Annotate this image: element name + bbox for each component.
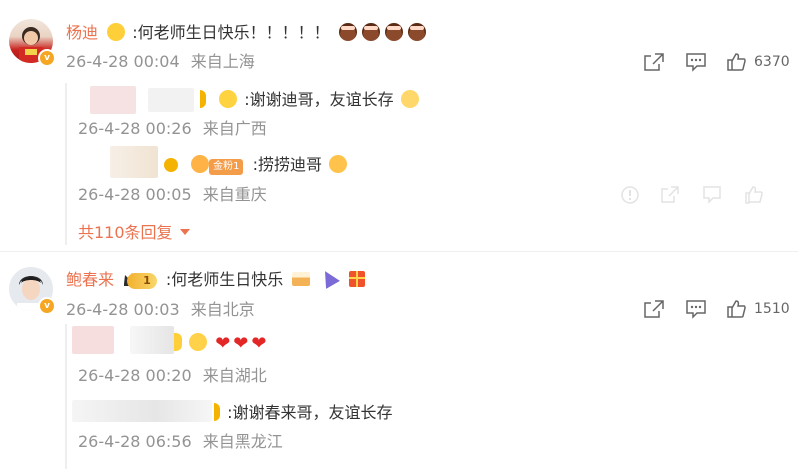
heart-icon: ❤ xyxy=(215,333,231,354)
reply-text: :谢谢春来哥，友谊长存 xyxy=(227,403,393,422)
thumbs-up-icon xyxy=(745,186,763,204)
more-replies-link[interactable]: 共110条回复 xyxy=(78,222,190,244)
reply-item: ❤ ❤ ❤ 26-4-28 00:20 来自湖北 xyxy=(72,326,778,388)
comment-header: 鲍春来 1 :何老师生日快乐 xyxy=(66,267,365,291)
thumbs-up-icon xyxy=(727,53,746,71)
gift-icon xyxy=(348,271,365,287)
reply-text: :捞捞迪哥 xyxy=(252,155,322,174)
cake-icon xyxy=(338,23,357,41)
author-name[interactable]: 杨迪 xyxy=(66,23,98,42)
comment-button[interactable] xyxy=(685,52,707,72)
crying-face-icon xyxy=(189,333,208,351)
alert-icon xyxy=(621,186,639,204)
verified-v-icon: v xyxy=(38,297,56,315)
cake-sticker-icon xyxy=(292,272,311,286)
cake-icon xyxy=(407,23,426,41)
reply-thread-line xyxy=(65,83,67,245)
reply-meta: 26-4-28 00:05 来自重庆 xyxy=(78,185,267,205)
comment-icon xyxy=(686,53,706,72)
more-replies-label: 共110条回复 xyxy=(78,223,173,242)
comment-icon xyxy=(703,186,721,204)
comment-text: :何老师生日快乐 xyxy=(165,270,284,289)
heart-icon: ❤ xyxy=(233,333,249,354)
blurred-avatar xyxy=(90,86,136,114)
comment-button[interactable] xyxy=(685,299,707,319)
location: 来自上海 xyxy=(190,52,255,71)
reply-header: :谢谢迪哥，友谊长存 xyxy=(200,88,419,112)
timestamp: 26-4-28 00:20 xyxy=(78,366,192,385)
comment-meta: 26-4-28 00:04 来自上海 xyxy=(66,52,255,72)
share-icon xyxy=(661,186,679,203)
timestamp: 26-4-28 06:56 xyxy=(78,432,192,451)
comment-item: v 鲍春来 1 :何老师生日快乐 26-4-28 00:03 来自北京 1510 xyxy=(0,252,798,469)
like-button[interactable]: 1510 xyxy=(726,299,790,319)
reply-header: ❤ ❤ ❤ xyxy=(174,332,266,354)
party-popper-icon xyxy=(318,267,341,289)
sticker-icon xyxy=(174,333,182,351)
chevron-down-icon xyxy=(179,229,190,235)
cake-icon xyxy=(384,23,403,41)
verified-badge-icon xyxy=(200,90,206,108)
blurred-avatar xyxy=(110,146,158,178)
blurred-username xyxy=(130,326,174,354)
reply-item: :谢谢迪哥，友谊长存 26-4-28 00:26 来自广西 xyxy=(78,86,778,146)
share-button[interactable] xyxy=(643,52,665,72)
reply-meta: 26-4-28 06:56 来自黑龙江 xyxy=(78,432,283,452)
blurred-username xyxy=(148,88,194,112)
author-name[interactable]: 鲍春来 xyxy=(66,270,114,289)
fan-sticker-icon xyxy=(191,155,210,173)
comment-header: 杨迪 :何老师生日快乐！！！！！ xyxy=(66,22,431,44)
shy-face-icon xyxy=(400,90,419,108)
comment-text: :何老师生日快乐！！！！！ xyxy=(132,23,330,42)
location: 来自广西 xyxy=(202,119,267,138)
rank-badge: 1 xyxy=(127,273,157,289)
location: 来自湖北 xyxy=(202,366,267,385)
comment-meta: 26-4-28 00:03 来自北京 xyxy=(66,300,255,320)
cake-emoji-group xyxy=(338,23,431,42)
crown-sticker-icon xyxy=(107,23,126,41)
reply-item: :谢谢春来哥，友谊长存 26-4-28 06:56 来自黑龙江 xyxy=(72,398,778,460)
reply-text: :谢谢迪哥，友谊长存 xyxy=(244,90,394,109)
blurred-avatar xyxy=(72,326,114,354)
fan-badge: 金粉1 xyxy=(209,159,244,175)
reply-header: 金粉1 :捞捞迪哥 xyxy=(164,154,348,176)
timestamp: 26-4-28 00:26 xyxy=(78,119,192,138)
timestamp: 26-4-28 00:04 xyxy=(66,52,180,71)
like-count: 6370 xyxy=(754,54,790,70)
like-button[interactable]: 6370 xyxy=(726,52,790,72)
reply-meta: 26-4-28 00:20 来自湖北 xyxy=(78,366,267,386)
timestamp: 26-4-28 00:05 xyxy=(78,185,192,204)
comment-icon xyxy=(686,300,706,319)
reply-item: 金粉1 :捞捞迪哥 26-4-28 00:05 来自重庆 xyxy=(78,146,778,210)
timestamp: 26-4-28 00:03 xyxy=(66,300,180,319)
location: 来自黑龙江 xyxy=(202,432,283,451)
like-count: 1510 xyxy=(754,301,790,317)
location: 来自北京 xyxy=(190,300,255,319)
thumbs-up-icon xyxy=(727,300,746,318)
share-button[interactable] xyxy=(643,299,665,319)
reply-thread-line xyxy=(65,324,67,469)
heart-icon: ❤ xyxy=(251,333,267,354)
verified-v-icon: v xyxy=(38,49,56,67)
faded-actions xyxy=(620,185,780,205)
comment-item: v 杨迪 :何老师生日快乐！！！！！ 26-4-28 00:04 来自上海 63… xyxy=(0,0,798,250)
crown-sticker-icon xyxy=(219,90,238,108)
reply-header: :谢谢春来哥，友谊长存 xyxy=(214,402,393,424)
verified-badge-icon xyxy=(214,403,220,421)
share-icon xyxy=(644,53,664,71)
cake-icon xyxy=(361,23,380,41)
blushing-face-icon xyxy=(329,155,348,173)
blurred-username xyxy=(72,400,212,422)
share-icon xyxy=(644,300,664,318)
location: 来自重庆 xyxy=(202,185,267,204)
reply-meta: 26-4-28 00:26 来自广西 xyxy=(78,119,267,139)
verified-v-icon xyxy=(164,158,178,172)
